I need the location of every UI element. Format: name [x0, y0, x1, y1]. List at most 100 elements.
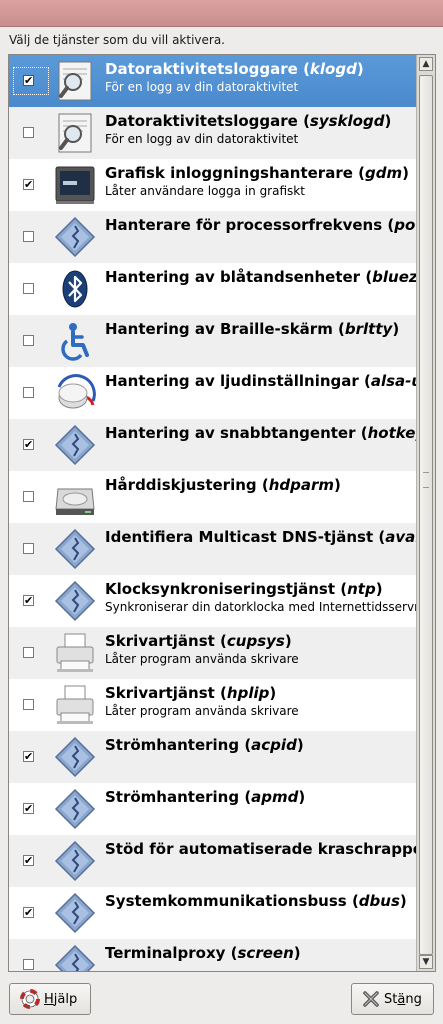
bluetooth-icon [53, 267, 97, 311]
service-icon [53, 787, 97, 831]
service-row[interactable]: Hanterare för processorfrekvens (powerno… [9, 211, 416, 263]
service-title: Hantering av Braille-skärm (brltty) [105, 320, 400, 338]
window-titlebar [0, 0, 443, 27]
service-name: Hantering av snabbtangenter [105, 424, 356, 442]
service-row[interactable]: Identifiera Multicast DNS-tjänst (avahi-… [9, 523, 416, 575]
service-row[interactable]: Hantering av Braille-skärm (brltty) [9, 315, 416, 367]
service-title: Stöd för automatiserade kraschrapporter … [105, 840, 416, 858]
service-daemon: apmd [251, 788, 299, 806]
service-name: Hårddiskjustering [105, 476, 257, 494]
scroll-up-button[interactable]: ▲ [419, 57, 433, 71]
service-checkbox[interactable] [23, 543, 34, 554]
service-row[interactable]: Hantering av blåtandsenheter (bluez-util… [9, 263, 416, 315]
service-checkbox[interactable]: ✔ [23, 907, 34, 918]
service-name: Hantering av Braille-skärm [105, 320, 333, 338]
service-name: Systemkommunikationsbuss [105, 892, 347, 910]
scrollbar-grip [423, 472, 429, 488]
scrollbar-thumb[interactable] [419, 75, 433, 955]
service-daemon: klogd [309, 60, 357, 78]
service-name: Grafisk inloggningshanterare [105, 164, 353, 182]
service-description: För en logg av din datoraktivitet [105, 132, 299, 146]
service-icon [53, 527, 97, 571]
service-checkbox[interactable] [23, 647, 34, 658]
service-title: Klocksynkroniseringstjänst (ntp) [105, 580, 383, 598]
service-checkbox[interactable] [23, 959, 34, 970]
service-title: Grafisk inloggningshanterare (gdm) [105, 164, 409, 182]
monitor-icon [53, 163, 97, 207]
vertical-scrollbar[interactable]: ▲ ▼ [416, 55, 435, 971]
service-checkbox[interactable]: ✔ [23, 803, 34, 814]
service-row[interactable]: ✔ Stöd för automatiserade kraschrapporter… [9, 835, 416, 887]
service-name: Skrivartjänst [105, 684, 215, 702]
service-row[interactable]: Terminalproxy (screen) [9, 939, 416, 971]
scroll-down-button[interactable]: ▼ [419, 955, 433, 969]
service-daemon: brltty [344, 320, 393, 338]
service-checkbox[interactable]: ✔ [23, 75, 34, 86]
service-description: För en logg av din datoraktivitet [105, 80, 299, 94]
service-icon [53, 579, 97, 623]
service-checkbox[interactable] [23, 231, 34, 242]
service-description: Låter program använda skrivare [105, 704, 299, 718]
service-row[interactable]: Skrivartjänst (hplip) Låter program använ… [9, 679, 416, 731]
service-name: Strömhantering [105, 788, 240, 806]
service-row[interactable]: ✔ Strömhantering (apmd) [9, 783, 416, 835]
service-checkbox[interactable]: ✔ [23, 439, 34, 450]
help-button[interactable]: Hjälp [9, 983, 91, 1015]
service-row[interactable]: ✔ Systemkommunikationsbuss (dbus) [9, 887, 416, 939]
service-daemon: acpid [251, 736, 297, 754]
service-title: Systemkommunikationsbuss (dbus) [105, 892, 407, 910]
service-checkbox[interactable] [23, 127, 34, 138]
log-icon [53, 111, 97, 155]
help-button-label: Hjälp [44, 991, 78, 1007]
service-title: Datoraktivitetsloggare (sysklogd) [105, 112, 392, 130]
service-checkbox[interactable] [23, 387, 34, 398]
service-row[interactable]: Hantering av ljudinställningar (alsa-uti… [9, 367, 416, 419]
service-daemon: avahi-daemon [385, 528, 416, 546]
service-description: Synkroniserar din datorklocka med Intern… [105, 600, 416, 614]
service-daemon: screen [237, 944, 294, 962]
close-button-label: Stäng [384, 991, 422, 1007]
service-icon [53, 735, 97, 779]
service-daemon: powernowd [394, 216, 416, 234]
service-name: Datoraktivitetsloggare [105, 112, 298, 130]
service-icon [53, 215, 97, 259]
service-checkbox[interactable]: ✔ [23, 855, 34, 866]
service-checkbox[interactable] [23, 699, 34, 710]
service-name: Hantering av blåtandsenheter [105, 268, 361, 286]
service-title: Skrivartjänst (hplip) [105, 684, 277, 702]
service-checkbox[interactable]: ✔ [23, 751, 34, 762]
service-row[interactable]: ✔ Grafisk inloggningshanterare (gdm) Låter… [9, 159, 416, 211]
service-row[interactable]: ✔ Klocksynkroniseringstjänst (ntp) Synkron… [9, 575, 416, 627]
printer-icon [53, 683, 97, 727]
printer-icon [53, 631, 97, 675]
service-icon [53, 943, 97, 971]
service-row[interactable]: ✔ Datoraktivitetsloggare (klogd) För en lo… [9, 55, 416, 107]
log-icon [53, 59, 97, 103]
service-checkbox[interactable]: ✔ [23, 595, 34, 606]
service-daemon: dbus [358, 892, 400, 910]
service-row[interactable]: Hårddiskjustering (hdparm) [9, 471, 416, 523]
sound-icon [53, 371, 97, 415]
services-list[interactable]: ✔ Datoraktivitetsloggare (klogd) För en lo… [8, 54, 436, 972]
service-checkbox[interactable] [23, 335, 34, 346]
service-row[interactable]: Skrivartjänst (cupsys) Låter program anvä… [9, 627, 416, 679]
service-checkbox[interactable] [23, 283, 34, 294]
service-daemon: hplip [226, 684, 270, 702]
service-description: Låter användare logga in grafiskt [105, 184, 305, 198]
service-row[interactable]: ✔ Hantering av snabbtangenter (hotkey-set… [9, 419, 416, 471]
accessibility-icon [53, 319, 97, 363]
service-description: Låter program använda skrivare [105, 652, 299, 666]
close-button[interactable]: Stäng [351, 983, 434, 1015]
service-title: Strömhantering (acpid) [105, 736, 304, 754]
lifebuoy-icon [20, 989, 40, 1009]
service-name: Hantering av ljudinställningar [105, 372, 359, 390]
service-icon [53, 839, 97, 883]
service-name: Klocksynkroniseringstjänst [105, 580, 336, 598]
service-row[interactable]: ✔ Strömhantering (acpid) [9, 731, 416, 783]
service-row[interactable]: Datoraktivitetsloggare (sysklogd) För en … [9, 107, 416, 159]
service-checkbox[interactable]: ✔ [23, 179, 34, 190]
service-title: Hantering av blåtandsenheter (bluez-util… [105, 268, 416, 286]
service-checkbox[interactable] [23, 491, 34, 502]
service-daemon: hotkey-setup [367, 424, 416, 442]
service-daemon: hdparm [268, 476, 335, 494]
